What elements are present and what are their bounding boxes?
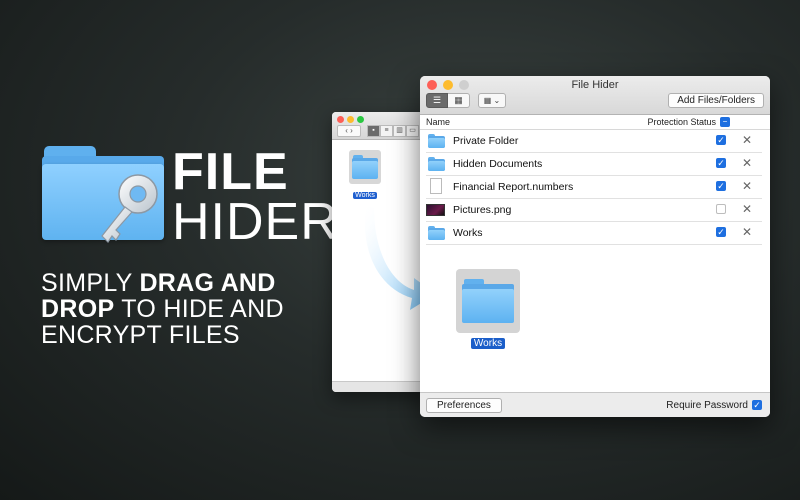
require-password-checkbox[interactable]: ✓ bbox=[752, 400, 762, 410]
column-name[interactable]: Name bbox=[426, 117, 450, 127]
file-list: Private Folder ✓ ✕ Hidden Documents ✓ ✕ Financ… bbox=[420, 130, 770, 245]
file-row[interactable]: Financial Report.numbers ✓ ✕ bbox=[426, 176, 762, 199]
list-view-icon[interactable]: ≡ bbox=[380, 125, 393, 137]
remove-icon[interactable]: ✕ bbox=[742, 179, 752, 193]
grid-view-icon[interactable]: ▦ bbox=[448, 93, 470, 108]
finder-view-switcher[interactable]: ▪ ≡ ▥ ▭ bbox=[367, 125, 419, 137]
finder-close-button[interactable] bbox=[337, 116, 344, 123]
window-titlebar: File Hider ☰ ▦ ▦ ⌄ Add Files/Folders bbox=[420, 76, 770, 115]
finder-toolbar: ‹ › ▪ ≡ ▥ ▭ bbox=[332, 112, 432, 140]
window-footer: Preferences Require Password ✓ bbox=[420, 392, 770, 417]
image-icon bbox=[426, 204, 445, 216]
remove-icon[interactable]: ✕ bbox=[742, 202, 752, 216]
chevron-down-icon: ⌄ bbox=[491, 96, 501, 105]
column-header: Name Protection Status − bbox=[420, 115, 770, 130]
finder-zoom-button[interactable] bbox=[357, 116, 364, 123]
file-row[interactable]: Private Folder ✓ ✕ bbox=[426, 130, 762, 153]
finder-back-forward-button[interactable]: ‹ › bbox=[337, 125, 361, 137]
cover-flow-icon[interactable]: ▭ bbox=[406, 125, 419, 137]
remove-icon[interactable]: ✕ bbox=[742, 133, 752, 147]
file-name: Hidden Documents bbox=[453, 158, 543, 170]
remove-icon[interactable]: ✕ bbox=[742, 156, 752, 170]
require-password-label: Require Password bbox=[666, 400, 748, 411]
folder-icon bbox=[428, 226, 445, 240]
folder-icon bbox=[428, 157, 445, 171]
file-row[interactable]: Pictures.png ✕ bbox=[426, 199, 762, 222]
file-row[interactable]: Hidden Documents ✓ ✕ bbox=[426, 153, 762, 176]
finder-works-item[interactable]: Works bbox=[348, 150, 382, 202]
finder-minimize-button[interactable] bbox=[347, 116, 354, 123]
window-title: File Hider bbox=[571, 79, 619, 91]
folder-icon bbox=[456, 269, 520, 333]
folder-icon bbox=[428, 134, 445, 148]
key-icon bbox=[101, 174, 158, 243]
folder-icon bbox=[349, 150, 381, 184]
file-row[interactable]: Works ✓ ✕ bbox=[426, 222, 762, 245]
preferences-button[interactable]: Preferences bbox=[426, 398, 502, 413]
app-title-line1: FILE bbox=[172, 143, 289, 201]
remove-icon[interactable]: ✕ bbox=[742, 225, 752, 239]
dropped-item-label: Works bbox=[470, 338, 506, 349]
file-name: Private Folder bbox=[453, 135, 519, 147]
document-icon bbox=[430, 178, 442, 194]
protection-checkbox[interactable]: ✓ bbox=[716, 227, 726, 237]
column-view-icon[interactable]: ▥ bbox=[393, 125, 406, 137]
file-name: Financial Report.numbers bbox=[453, 181, 574, 193]
file-hider-window: File Hider ☰ ▦ ▦ ⌄ Add Files/Folders Nam… bbox=[420, 76, 770, 417]
file-name: Pictures.png bbox=[453, 204, 512, 216]
add-files-folders-button[interactable]: Add Files/Folders bbox=[668, 93, 764, 108]
file-name: Works bbox=[453, 227, 483, 239]
protection-checkbox[interactable]: ✓ bbox=[716, 181, 726, 191]
finder-status-bar bbox=[332, 381, 432, 392]
tagline-start: SIMPLY bbox=[41, 269, 140, 297]
app-title-line2: HIDER bbox=[172, 193, 339, 251]
arrange-dropdown[interactable]: ▦ ⌄ bbox=[478, 93, 506, 108]
column-protection-status[interactable]: Protection Status bbox=[647, 117, 716, 127]
tagline: SIMPLY DRAG AND DROP TO HIDE AND ENCRYPT… bbox=[41, 270, 301, 348]
protection-checkbox[interactable]: ✓ bbox=[716, 135, 726, 145]
view-mode-control[interactable]: ☰ ▦ bbox=[426, 93, 470, 108]
list-view-icon[interactable]: ☰ bbox=[426, 93, 448, 108]
icon-view-icon[interactable]: ▪ bbox=[367, 125, 380, 137]
finder-item-label: Works bbox=[353, 192, 377, 199]
protection-checkbox[interactable] bbox=[716, 204, 726, 214]
dropped-works-item[interactable]: Works bbox=[456, 269, 520, 351]
select-all-checkbox[interactable]: − bbox=[720, 117, 730, 127]
protection-checkbox[interactable]: ✓ bbox=[716, 158, 726, 168]
